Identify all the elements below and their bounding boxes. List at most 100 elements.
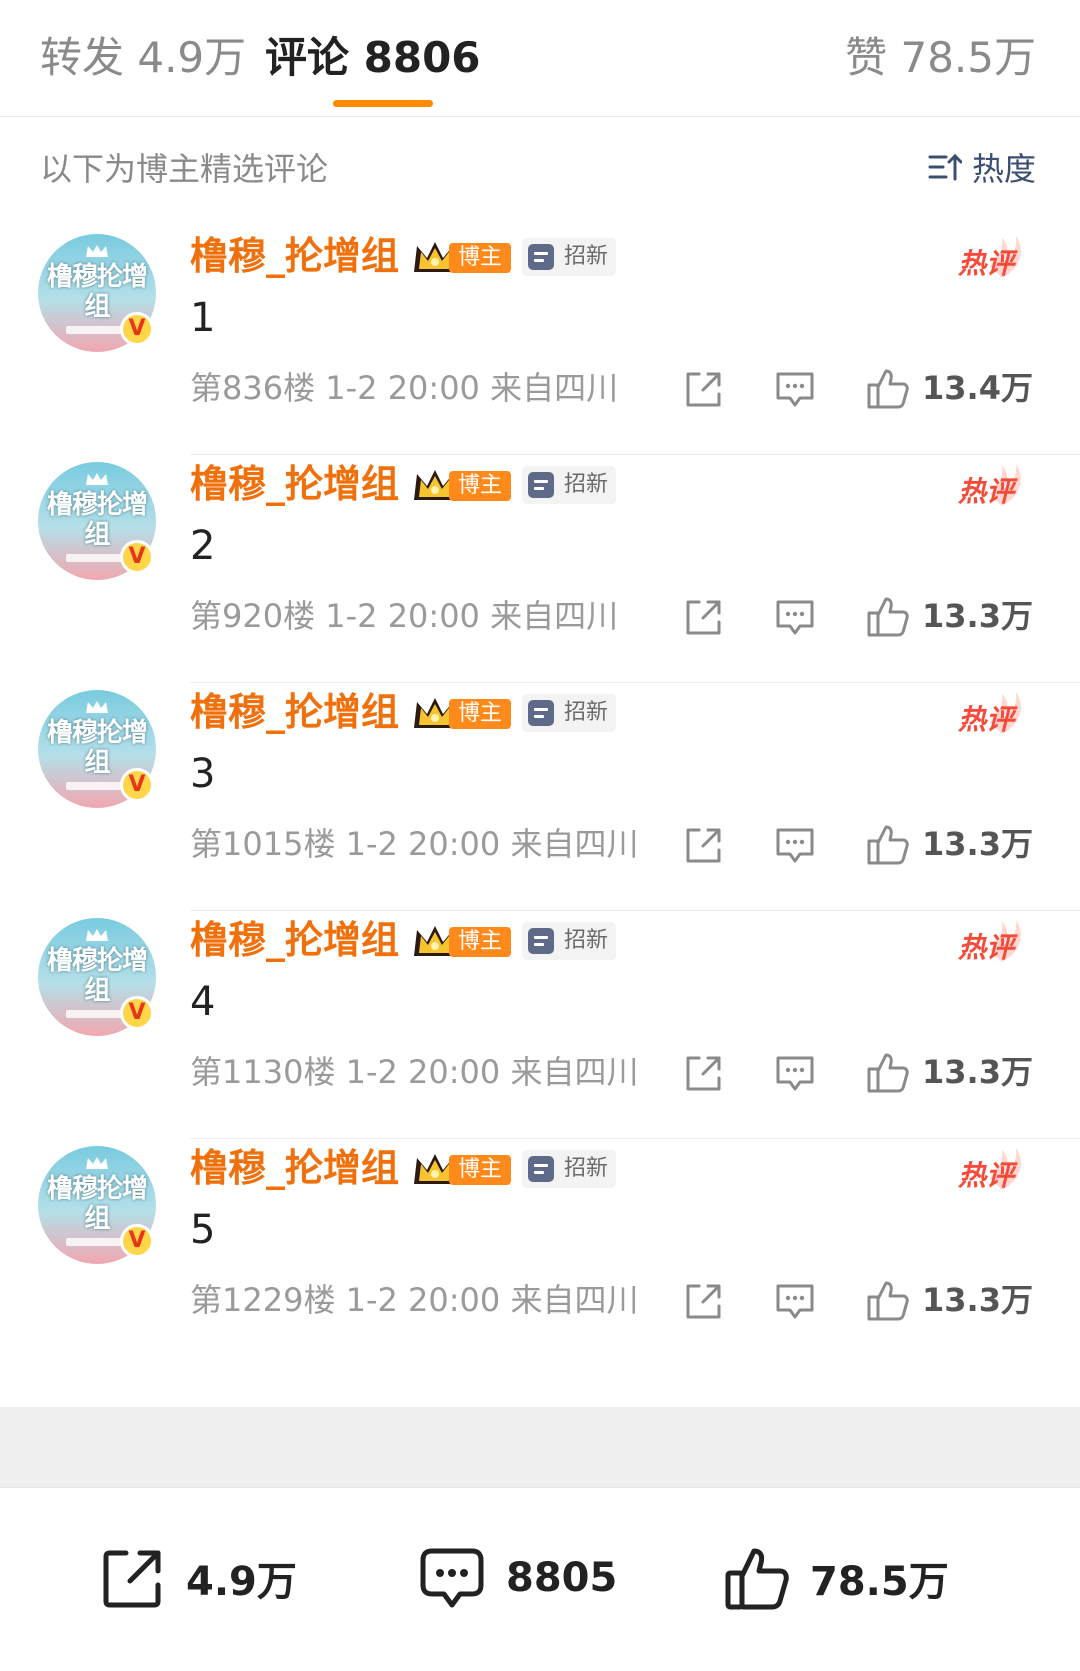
comment-text: 4 <box>190 979 216 1025</box>
comment-like-count: 13.3万 <box>922 825 1033 863</box>
crown-icon <box>86 929 108 941</box>
thumbs-up-icon[interactable] <box>866 366 910 410</box>
tag-icon <box>528 928 554 954</box>
sort-label: 热度 <box>971 150 1036 188</box>
sort-button[interactable]: 热度 <box>928 144 1036 190</box>
comments-subheader: 以下为博主精选评论 热度 <box>0 116 1080 212</box>
comment-item: 橹穆抡增组 V 橹穆_抡增组 博主 招新 热评 4 第1130楼 1-2 20:… <box>0 896 1080 1139</box>
like-count: 78.5万 <box>810 1559 949 1605</box>
owner-badge: 博主 <box>411 922 511 960</box>
tab-repost[interactable]: 转发 4.9万 <box>40 30 246 86</box>
crown-icon <box>86 701 108 713</box>
sort-icon <box>928 153 962 181</box>
share-icon[interactable] <box>683 826 723 866</box>
owner-badge-label: 博主 <box>449 243 511 273</box>
hot-comment-badge: 热评 <box>950 690 1030 742</box>
share-icon <box>103 1550 161 1608</box>
comment-count: 8805 <box>506 1555 618 1601</box>
repost-button[interactable]: 4.9万 <box>100 1536 297 1620</box>
comment-username[interactable]: 橹穆_抡增组 <box>190 1142 399 1194</box>
comment-username[interactable]: 橹穆_抡增组 <box>190 914 399 966</box>
comment-icon[interactable] <box>774 826 816 866</box>
hot-comment-badge: 热评 <box>950 1146 1030 1198</box>
hot-comment-badge: 热评 <box>950 462 1030 514</box>
comment-meta: 第1015楼 1-2 20:00 来自四川 <box>190 825 639 863</box>
tag-icon <box>528 1156 554 1182</box>
share-icon[interactable] <box>683 370 723 410</box>
recruit-tag-label: 招新 <box>564 244 609 269</box>
comment-icon[interactable] <box>774 1282 816 1322</box>
comment-like-count: 13.3万 <box>922 1053 1033 1091</box>
share-icon[interactable] <box>683 1054 723 1094</box>
comment-meta: 第1130楼 1-2 20:00 来自四川 <box>190 1053 639 1091</box>
owner-badge: 博主 <box>411 238 511 276</box>
crown-icon <box>86 245 108 257</box>
comment-meta: 第836楼 1-2 20:00 来自四川 <box>190 369 619 407</box>
repost-count: 4.9万 <box>186 1559 297 1605</box>
comment-meta: 第1229楼 1-2 20:00 来自四川 <box>190 1281 639 1319</box>
recruit-tag-label: 招新 <box>564 1156 609 1181</box>
tab-likes[interactable]: 赞 78.5万 <box>845 30 1036 86</box>
owner-badge-label: 博主 <box>449 927 511 957</box>
tag-icon <box>528 472 554 498</box>
verified-v-icon: V <box>120 312 154 346</box>
like-button[interactable]: 78.5万 <box>724 1536 949 1620</box>
recruit-tag[interactable]: 招新 <box>522 1150 616 1188</box>
comment-like-count: 13.4万 <box>922 369 1033 407</box>
hot-comment-label: 热评 <box>958 475 1015 508</box>
comment-username[interactable]: 橹穆_抡增组 <box>190 458 399 510</box>
avatar-band <box>66 782 128 790</box>
featured-comments-note: 以下为博主精选评论 <box>40 150 329 188</box>
comment-meta: 第920楼 1-2 20:00 来自四川 <box>190 597 619 635</box>
tag-icon <box>528 244 554 270</box>
comment-like-count: 13.3万 <box>922 597 1033 635</box>
tag-icon <box>528 700 554 726</box>
share-icon[interactable] <box>683 1282 723 1322</box>
comment-text: 1 <box>190 295 216 341</box>
bottom-action-bar: 4.9万 8805 78.5万 <box>0 1487 1080 1671</box>
recruit-tag[interactable]: 招新 <box>522 238 616 276</box>
comment-username[interactable]: 橹穆_抡增组 <box>190 230 399 282</box>
comment-icon <box>420 1548 484 1608</box>
comment-icon[interactable] <box>774 370 816 410</box>
comment-item: 橹穆抡增组 V 橹穆_抡增组 博主 招新 热评 2 第920楼 1-2 20:0… <box>0 440 1080 683</box>
hot-comment-label: 热评 <box>958 1159 1015 1192</box>
owner-badge: 博主 <box>411 466 511 504</box>
comment-item: 橹穆抡增组 V 橹穆_抡增组 博主 招新 热评 5 第1229楼 1-2 20:… <box>0 1124 1080 1367</box>
owner-badge: 博主 <box>411 1150 511 1188</box>
thumbs-up-icon[interactable] <box>866 1278 910 1322</box>
comment-item: 橹穆抡增组 V 橹穆_抡增组 博主 招新 热评 3 第1015楼 1-2 20:… <box>0 668 1080 911</box>
comment-text: 5 <box>190 1207 216 1253</box>
tab-comments[interactable]: 评论 8806 <box>265 30 481 86</box>
hot-comment-badge: 热评 <box>950 918 1030 970</box>
avatar-band <box>66 554 128 562</box>
comment-item: 橹穆抡增组 V 橹穆_抡增组 博主 招新 热评 1 第836楼 1-2 20:0… <box>0 212 1080 455</box>
tab-bar: 转发 4.9万 评论 8806 赞 78.5万 <box>0 0 1080 117</box>
comment-text: 3 <box>190 751 216 797</box>
avatar-band <box>66 326 128 334</box>
owner-badge: 博主 <box>411 694 511 732</box>
thumbs-up-icon[interactable] <box>866 594 910 638</box>
comment-like-count: 13.3万 <box>922 1281 1033 1319</box>
owner-badge-label: 博主 <box>449 1155 511 1185</box>
hot-comment-badge: 热评 <box>950 234 1030 286</box>
share-icon[interactable] <box>683 598 723 638</box>
avatar-band <box>66 1010 128 1018</box>
thumbs-up-icon[interactable] <box>866 822 910 866</box>
owner-badge-label: 博主 <box>449 699 511 729</box>
verified-v-icon: V <box>120 996 154 1030</box>
crown-icon <box>86 1157 108 1169</box>
comment-username[interactable]: 橹穆_抡增组 <box>190 686 399 738</box>
hot-comment-label: 热评 <box>958 931 1015 964</box>
comment-button[interactable]: 8805 <box>418 1536 617 1620</box>
verified-v-icon: V <box>120 540 154 574</box>
thumbs-up-icon <box>725 1548 789 1610</box>
recruit-tag-label: 招新 <box>564 928 609 953</box>
recruit-tag[interactable]: 招新 <box>522 694 616 732</box>
recruit-tag[interactable]: 招新 <box>522 922 616 960</box>
comment-icon[interactable] <box>774 598 816 638</box>
thumbs-up-icon[interactable] <box>866 1050 910 1094</box>
recruit-tag[interactable]: 招新 <box>522 466 616 504</box>
crown-icon <box>86 473 108 485</box>
comment-icon[interactable] <box>774 1054 816 1094</box>
